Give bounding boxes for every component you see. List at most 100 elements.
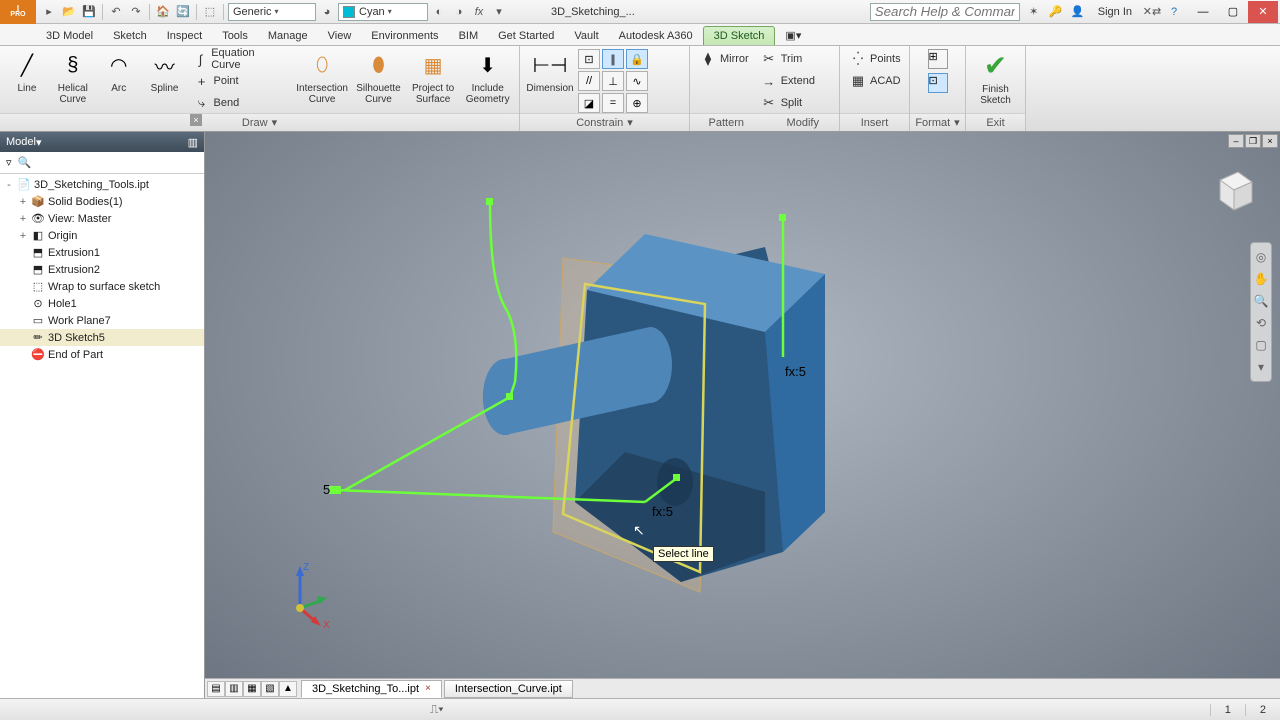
model-tree[interactable]: -📄3D_Sketching_Tools.ipt+📦Solid Bodies(1… [0, 174, 204, 698]
material-combo[interactable]: Generic [228, 3, 316, 21]
tree-node[interactable]: ▭Work Plane7 [0, 312, 204, 329]
panel-pattern-title[interactable]: Pattern [690, 117, 763, 129]
user-icon[interactable]: 👤 [1070, 4, 1086, 20]
redo-icon[interactable]: ↷ [127, 3, 145, 21]
extend-button[interactable]: →Extend [757, 71, 819, 91]
twisty-icon[interactable]: - [4, 179, 14, 191]
tree-node[interactable]: ⊙Hole1 [0, 295, 204, 312]
tab-a360[interactable]: Autodesk A360 [609, 27, 703, 45]
twisty-icon[interactable]: + [18, 196, 28, 208]
fx-icon[interactable]: fx [470, 3, 488, 21]
helical-curve-button[interactable]: §Helical Curve [52, 49, 94, 105]
equation-curve-button[interactable]: ∫Equation Curve [190, 49, 281, 69]
doc-tab-1[interactable]: 3D_Sketching_To...ipt× [301, 680, 442, 698]
tree-node[interactable]: ⬒Extrusion2 [0, 261, 204, 278]
split-button[interactable]: ✂Split [757, 93, 819, 113]
spline-button[interactable]: 〰Spline [144, 49, 186, 94]
update-icon[interactable]: 🔄 [174, 3, 192, 21]
tab-manage[interactable]: Manage [258, 27, 318, 45]
save-icon[interactable]: 💾 [80, 3, 98, 21]
doctab-tool2[interactable]: ▥ [225, 681, 243, 697]
appearance-icon[interactable]: ◐ [430, 3, 448, 21]
insert-points-button[interactable]: ⁛Points [846, 49, 905, 69]
new-icon[interactable]: ▸ [40, 3, 58, 21]
tree-node[interactable]: ⬒Extrusion1 [0, 244, 204, 261]
tree-node[interactable]: +👁View: Master [0, 210, 204, 227]
tree-node[interactable]: -📄3D_Sketching_Tools.ipt [0, 176, 204, 193]
constrain-fix[interactable]: ⊕ [626, 93, 648, 113]
doctab-tool1[interactable]: ▤ [207, 681, 225, 697]
dimension-button[interactable]: ⊢⊣Dimension [526, 49, 574, 94]
tab-tools[interactable]: Tools [212, 27, 258, 45]
doc-tab-2[interactable]: Intersection_Curve.ipt [444, 680, 573, 698]
tab-view[interactable]: View [318, 27, 362, 45]
twisty-icon[interactable] [18, 298, 28, 310]
twisty-icon[interactable] [18, 281, 28, 293]
tab-vault[interactable]: Vault [564, 27, 608, 45]
dimension-fx5-b[interactable]: fx:5 [652, 504, 673, 519]
filter-icon[interactable]: ▿ [6, 156, 12, 169]
constrain-tangent[interactable]: ⊥ [602, 71, 624, 91]
constrain-coincident[interactable]: ⊡ [578, 49, 600, 69]
tab-get-started[interactable]: Get Started [488, 27, 564, 45]
tree-node[interactable]: ⬚Wrap to surface sketch [0, 278, 204, 295]
tab-3d-sketch[interactable]: 3D Sketch [703, 26, 776, 45]
panel-modify-title[interactable]: Modify [767, 117, 840, 129]
home-icon[interactable]: 🏠 [154, 3, 172, 21]
constrain-equal[interactable]: = [602, 93, 624, 113]
twisty-icon[interactable]: + [18, 213, 28, 225]
material-swatch-icon[interactable]: ◕ [318, 3, 336, 21]
dimension-fx5-a[interactable]: fx:5 [785, 364, 806, 379]
nav-pan-icon[interactable]: ✋ [1253, 271, 1269, 287]
dimension-5[interactable]: 5 [323, 482, 330, 497]
finish-sketch-button[interactable]: ✔ Finish Sketch [973, 49, 1019, 106]
format-btn1[interactable]: ⊞ [928, 49, 948, 69]
viewport[interactable]: – ❐ × [205, 132, 1280, 698]
tree-node[interactable]: ✏3D Sketch5 [0, 329, 204, 346]
viewcube[interactable] [1208, 162, 1260, 214]
point-button[interactable]: +Point [190, 71, 281, 91]
tree-node[interactable]: +📦Solid Bodies(1) [0, 193, 204, 210]
include-geometry-button[interactable]: ⬇Include Geometry [462, 49, 513, 105]
browser-header[interactable]: Model▾ ▥ [0, 132, 204, 152]
star-icon[interactable]: ✶ [1026, 4, 1042, 20]
browser-close-icon[interactable]: × [190, 114, 202, 126]
doctab-tool4[interactable]: ▧ [261, 681, 279, 697]
key-icon[interactable]: 🔑 [1048, 4, 1064, 20]
tree-node[interactable]: +◧Origin [0, 227, 204, 244]
find-icon[interactable]: 🔍 [18, 156, 32, 169]
status-snap-icon[interactable]: ⎍▾ [430, 702, 443, 717]
search-input[interactable] [870, 3, 1020, 21]
browser-options-icon[interactable]: ▥ [188, 136, 198, 149]
window-close[interactable]: ✕ [1248, 1, 1278, 23]
twisty-icon[interactable] [18, 332, 28, 344]
nav-more-icon[interactable]: ▾ [1253, 359, 1269, 375]
exchange-icon[interactable]: ✕⇄ [1144, 4, 1160, 20]
nav-zoom-icon[interactable]: 🔍 [1253, 293, 1269, 309]
constrain-parallel[interactable]: // [578, 71, 600, 91]
chevron-down-icon[interactable]: ▾ [954, 116, 960, 129]
insert-acad-button[interactable]: ▦ACAD [846, 71, 905, 91]
trim-button[interactable]: ✂Trim [757, 49, 819, 69]
nav-lookat-icon[interactable]: ▢ [1253, 337, 1269, 353]
tab-inspect[interactable]: Inspect [157, 27, 212, 45]
tree-node[interactable]: ⛔End of Part [0, 346, 204, 363]
doctab-tool5[interactable]: ▲ [279, 681, 297, 697]
window-maximize[interactable]: ▢ [1218, 1, 1248, 23]
chevron-down-icon[interactable]: ▾ [272, 116, 278, 129]
window-minimize[interactable]: — [1188, 1, 1218, 23]
tab-sketch[interactable]: Sketch [103, 27, 157, 45]
select-icon[interactable]: ⬚ [201, 3, 219, 21]
nav-wheel-icon[interactable]: ◎ [1253, 249, 1269, 265]
constrain-perpendicular[interactable]: 🔒 [626, 49, 648, 69]
open-icon[interactable]: 📂 [60, 3, 78, 21]
triad[interactable]: Z X [275, 558, 335, 628]
tab-extra-icon[interactable]: ▣▾ [775, 26, 811, 45]
doctab-tool3[interactable]: ▦ [243, 681, 261, 697]
help-icon[interactable]: ? [1166, 4, 1182, 20]
nav-orbit-icon[interactable]: ⟲ [1253, 315, 1269, 331]
sign-in-link[interactable]: Sign In [1092, 6, 1138, 18]
appearance2-icon[interactable]: ◑ [450, 3, 468, 21]
line-button[interactable]: ╱Line [6, 49, 48, 94]
twisty-icon[interactable] [18, 264, 28, 276]
